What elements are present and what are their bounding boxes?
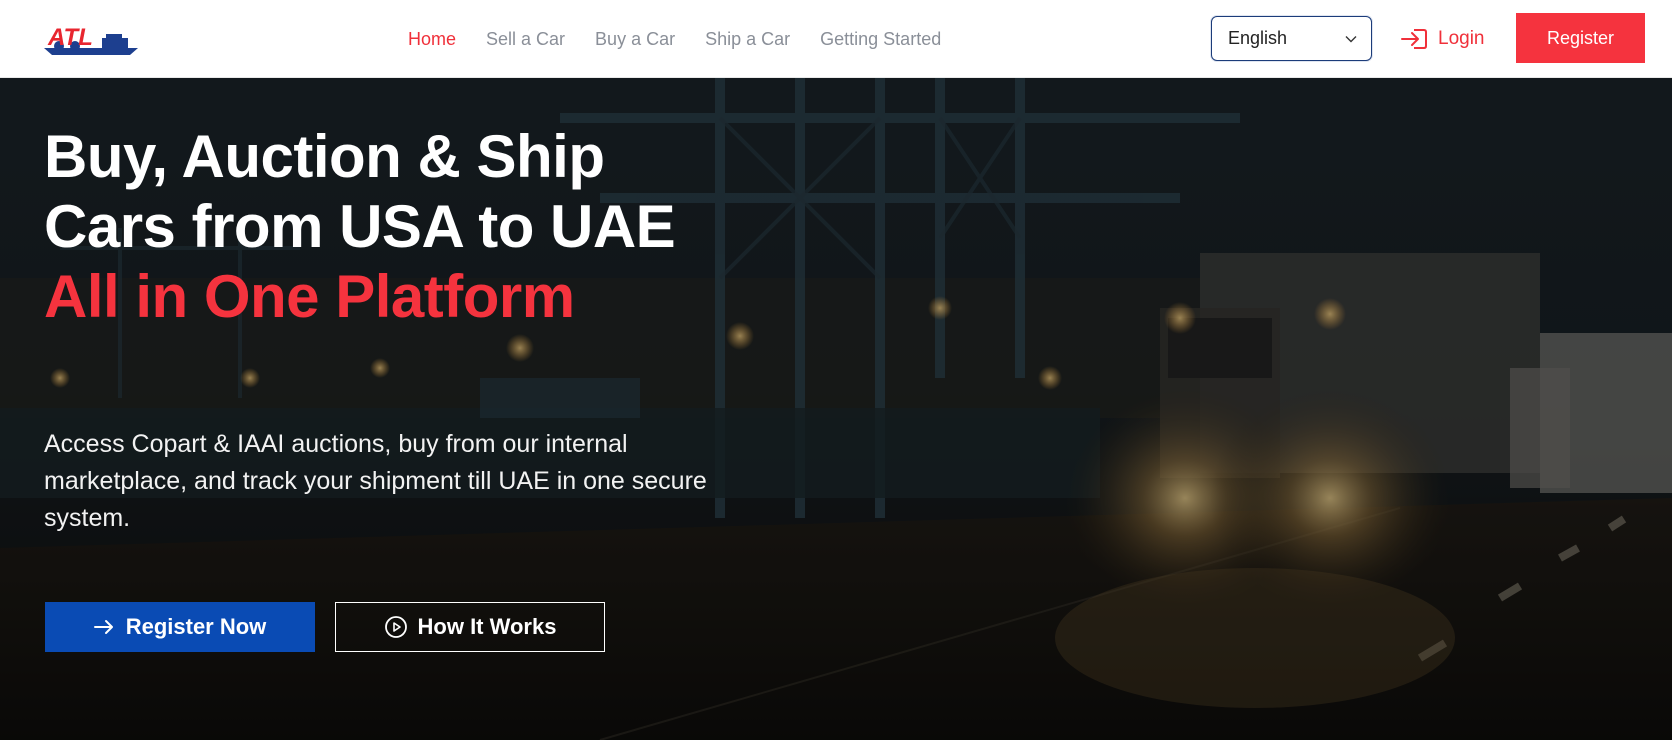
hero-title: Buy, Auction & Ship Cars from USA to UAE… [44,122,764,332]
login-label: Login [1438,28,1485,49]
register-button[interactable]: Register [1516,13,1645,63]
register-now-label: Register Now [125,614,267,639]
nav-sell-a-car[interactable]: Sell a Car [486,29,565,50]
language-select[interactable]: English [1211,16,1372,61]
register-now-button[interactable]: Register Now [45,602,315,652]
hero-title-line-2: Cars from USA to UAE [44,193,676,260]
chevron-down-icon [1345,35,1357,42]
language-selected-value: English [1228,28,1288,48]
hero-title-accent: All in One Platform [44,263,575,330]
hero-description: Access Copart & IAAI auctions, buy from … [44,430,707,532]
how-it-works-button[interactable]: How It Works [335,602,605,652]
logo-text: ATL [47,24,93,51]
nav-getting-started[interactable]: Getting Started [820,29,941,50]
nav-ship-a-car[interactable]: Ship a Car [705,29,790,50]
play-circle-icon [384,616,407,638]
atl-logo[interactable]: ATL [42,22,142,56]
site-header: ATL Home Sell a Car Buy a Car Ship a Car… [0,0,1672,78]
nav-buy-a-car[interactable]: Buy a Car [595,29,675,50]
hero-section: Buy, Auction & Ship Cars from USA to UAE… [0,78,1672,740]
how-it-works-label: How It Works [417,614,557,639]
main-nav: Home Sell a Car Buy a Car Ship a Car Get… [408,0,941,78]
nav-home[interactable]: Home [408,29,456,50]
arrow-right-icon [93,620,113,634]
hero-title-line-1: Buy, Auction & Ship [44,123,605,190]
login-arrow-icon [1401,29,1427,49]
login-link[interactable]: Login [1400,22,1485,56]
